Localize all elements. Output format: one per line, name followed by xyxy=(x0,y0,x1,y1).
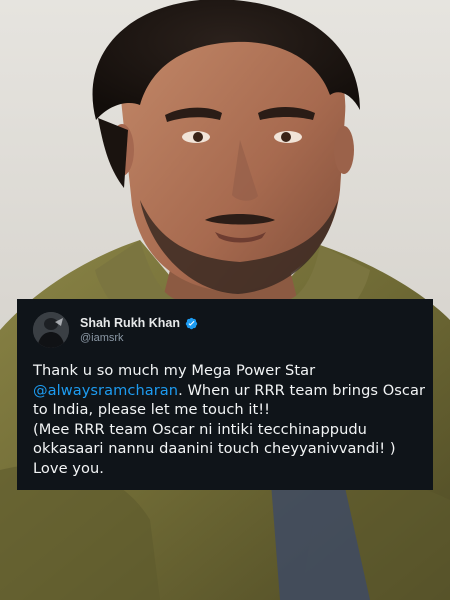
tweet-line-2-text: . When ur RRR team brings Oscar xyxy=(178,381,426,399)
profile-photo-icon xyxy=(33,312,69,348)
tweet-text: Thank u so much my Mega Power Star @alwa… xyxy=(33,361,425,478)
tweet-header: Shah Rukh Khan @iamsrk xyxy=(33,311,419,349)
screenshot-canvas: Shah Rukh Khan @iamsrk Thank u so much m… xyxy=(0,0,450,600)
tweet-line-2: @alwaysramcharan. When ur RRR team bring… xyxy=(33,381,425,401)
tweet-line-4: (Mee RRR team Oscar ni intiki tecchinapp… xyxy=(33,420,367,438)
tweet-line-6: Love you. xyxy=(33,459,104,477)
author-display-name[interactable]: Shah Rukh Khan xyxy=(80,316,180,330)
tweet-card: Shah Rukh Khan @iamsrk Thank u so much m… xyxy=(17,299,433,490)
author-handle[interactable]: @iamsrk xyxy=(80,332,198,344)
tweet-line-3: to India, please let me touch it!! xyxy=(33,401,271,418)
mention-link[interactable]: @alwaysramcharan xyxy=(33,382,178,399)
author-name-row: Shah Rukh Khan xyxy=(80,316,198,330)
tweet-line-5: okkasaari nannu daanini touch cheyyanivv… xyxy=(33,440,396,457)
verified-badge-icon xyxy=(185,317,198,329)
author-info: Shah Rukh Khan @iamsrk xyxy=(80,316,198,344)
avatar[interactable] xyxy=(33,312,69,348)
tweet-line-1: Thank u so much my Mega Power Star xyxy=(33,362,316,379)
